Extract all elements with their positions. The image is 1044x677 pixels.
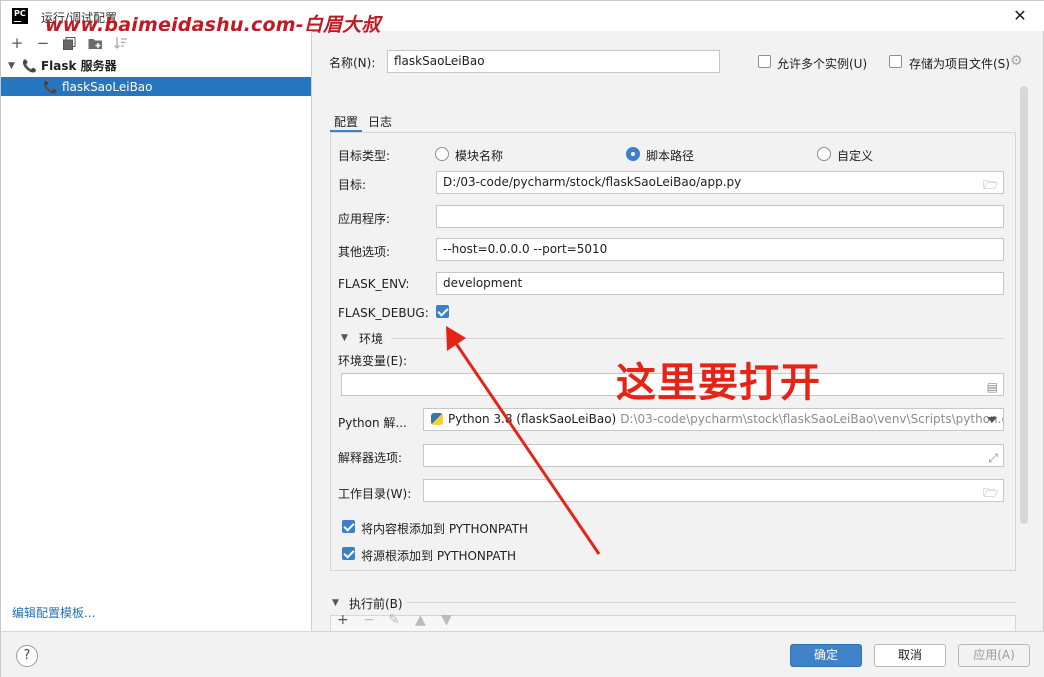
radio-module-name-label: 模块名称 [455,149,504,163]
radio-script-path[interactable] [626,147,640,161]
app-input[interactable] [436,205,1004,228]
copy-icon [62,36,75,50]
radio-script-path-label: 脚本路径 [646,149,695,163]
before-launch-toolbar: + − ✎ ▲ ▼ [330,612,1016,631]
tree-item-label: flaskSaoLeiBao [61,79,153,94]
expand-icon[interactable]: ⤢ [988,448,998,466]
allow-parallel-label: 允许多个实例(U) [777,57,868,71]
workdir-label: 工作目录(W): [338,487,412,501]
python-interpreter-label: Python 解... [338,416,407,430]
target-input[interactable]: D:/03-code/pycharm/stock/flaskSaoLeiBao/… [436,171,1004,194]
run-debug-config-dialog: PC 运行/调试配置 www.baimeidashu.com-白眉大叔 ✕ + … [0,0,1044,677]
flask-icon: 📞 [43,79,58,94]
pycharm-logo-icon: PC [12,8,28,24]
store-as-file-label: 存储为项目文件(S) [909,57,1010,71]
add-task-button[interactable]: + [337,612,349,628]
app-label: 应用程序: [338,212,391,226]
remove-task-button[interactable]: − [363,612,375,628]
other-options-input[interactable]: --host=0.0.0.0 --port=5010 [436,238,1004,261]
edit-task-button[interactable]: ✎ [388,612,400,628]
before-launch-label[interactable]: 执行前(B) [349,595,403,612]
environment-section-label[interactable]: 环境 [359,330,383,347]
edit-templates-link[interactable]: 编辑配置模板... [12,604,95,621]
allow-parallel-checkbox[interactable] [758,55,771,68]
flask-debug-label: FLASK_DEBUG: [338,306,429,320]
workdir-input[interactable]: 🗁 [423,479,1004,502]
radio-custom[interactable] [817,147,831,161]
close-button[interactable]: ✕ [1011,7,1029,25]
vertical-scrollbar[interactable] [1020,86,1028,524]
chevron-down-icon [987,417,997,423]
python-icon [431,413,443,425]
flask-env-label: FLASK_ENV: [338,277,410,291]
apply-button[interactable]: 应用(A) [958,644,1030,667]
store-as-file-checkbox[interactable] [889,55,902,68]
active-tab-indicator [330,130,362,132]
tree-group-label: Flask 服务器 [40,59,117,73]
target-value: D:/03-code/pycharm/stock/flaskSaoLeiBao/… [443,175,742,189]
python-interpreter-select[interactable]: Python 3.8 (flaskSaoLeiBao) D:\03-code\py… [423,408,1004,431]
sort-button[interactable] [111,33,131,53]
other-options-label: 其他选项: [338,245,391,259]
title-bar: PC 运行/调试配置 www.baimeidashu.com-白眉大叔 ✕ [1,1,1044,36]
sort-icon [114,37,127,49]
flask-env-input[interactable]: development [436,272,1004,295]
cancel-button[interactable]: 取消 [874,644,946,667]
folder-browse-icon[interactable]: 🗁 [983,483,998,501]
help-button[interactable]: ? [16,645,38,667]
dialog-footer: ? 确定 取消 应用(A) [1,631,1044,677]
radio-module-name[interactable] [435,147,449,161]
section-divider [407,602,1016,603]
move-down-button[interactable]: ▼ [441,612,452,628]
chevron-down-icon[interactable]: ▼ [332,598,339,608]
config-tree-panel: + − ▼ 📞 Flask 服务器 📞 flaskSaoLeiBao 编辑配置模… [1,31,312,631]
folder-browse-icon[interactable]: 🗁 [983,175,998,193]
tab-logs[interactable]: 日志 [368,113,392,130]
new-folder-button[interactable] [85,33,105,53]
name-input[interactable]: flaskSaoLeiBao [387,50,720,73]
tree-item-selected[interactable]: 📞 flaskSaoLeiBao [1,77,311,96]
add-content-roots-checkbox[interactable] [342,520,355,533]
interp-options-input[interactable]: ⤢ [423,444,1004,467]
copy-config-button[interactable] [59,33,79,53]
ok-button[interactable]: 确定 [790,644,862,667]
add-source-roots-checkbox[interactable] [342,547,355,560]
target-type-label: 目标类型: [338,149,391,163]
annotation-text: 这里要打开 [616,360,821,406]
tab-config[interactable]: 配置 [334,113,358,130]
folder-plus-icon [88,38,102,49]
chevron-down-icon[interactable]: ▼ [341,333,348,343]
add-source-roots-label: 将源根添加到 PYTHONPATH [361,549,516,563]
config-detail-panel: 名称(N): flaskSaoLeiBao 允许多个实例(U) 存储为项目文件(… [313,31,1044,631]
gear-icon[interactable]: ⚙ [1010,53,1023,69]
section-divider [391,338,1004,339]
flask-icon: 📞 [22,58,37,73]
tree-toolbar: + − [1,31,311,55]
flask-debug-checkbox[interactable] [436,305,449,318]
tree-group-flask[interactable]: ▼ 📞 Flask 服务器 [1,56,311,75]
document-list-icon[interactable]: ▤ [987,377,998,395]
radio-custom-label: 自定义 [837,149,874,163]
add-content-roots-label: 将内容根添加到 PYTHONPATH [361,522,528,536]
interp-options-label: 解释器选项: [338,451,403,465]
env-vars-label: 环境变量(E): [338,354,407,368]
target-label: 目标: [338,178,367,192]
add-config-button[interactable]: + [7,33,27,53]
chevron-down-icon: ▼ [8,60,15,71]
python-interpreter-name: Python 3.8 (flaskSaoLeiBao) [448,412,617,426]
python-interpreter-path: D:\03-code\pycharm\stock\flaskSaoLeiBao\… [620,412,1004,426]
name-label: 名称(N): [329,56,376,70]
remove-config-button[interactable]: − [33,33,53,53]
move-up-button[interactable]: ▲ [415,612,426,628]
